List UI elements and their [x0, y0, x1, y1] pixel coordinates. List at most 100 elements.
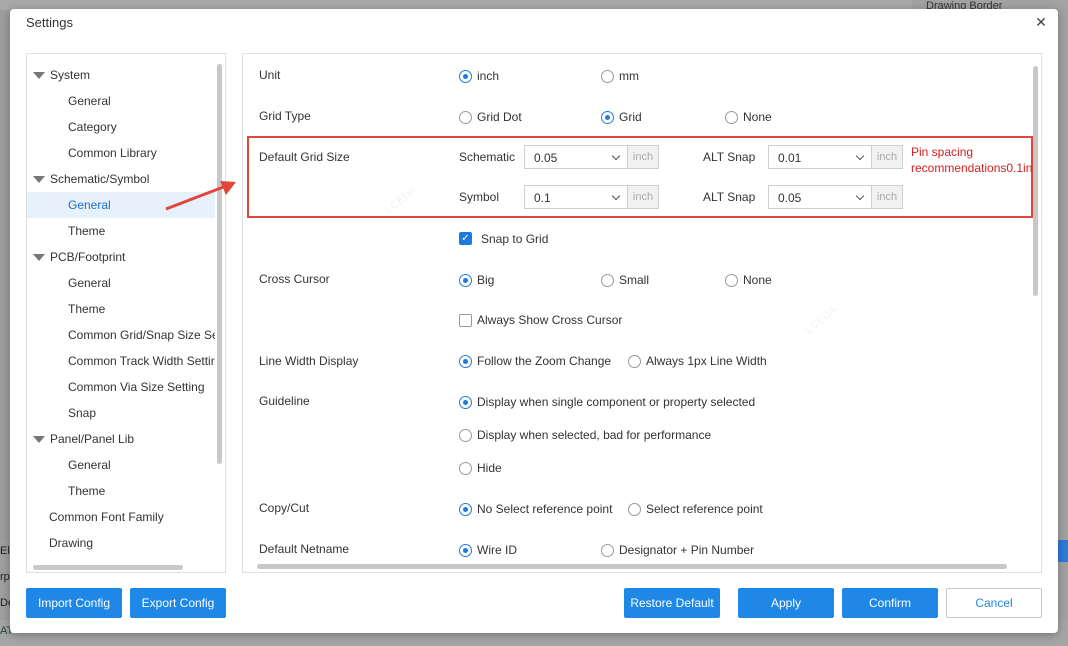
always-show-cross-cursor-label: Always Show Cross Cursor [477, 313, 623, 327]
symbol-grid-select[interactable]: 0.1 [524, 185, 628, 209]
guideline-selected-label: Display when selected, bad for performan… [477, 428, 712, 442]
tree-item[interactable]: General [27, 270, 215, 296]
tree-item-label: Common Font Family [49, 510, 164, 524]
tree-item[interactable]: General [27, 88, 215, 114]
unit-mm-radio[interactable] [601, 70, 614, 83]
default-grid-size-label: Default Grid Size [259, 150, 350, 164]
tree-item-label: Panel/Panel Lib [50, 432, 135, 446]
schematic-grid-select[interactable]: 0.05 [524, 145, 628, 169]
tree-item-label: Category [68, 120, 117, 134]
caret-down-icon[interactable] [33, 436, 45, 443]
symbol-alt-snap-value: 0.05 [778, 191, 802, 205]
tree-item[interactable]: Common Via Size Setting [27, 374, 215, 400]
always-show-cross-cursor-checkbox[interactable] [459, 314, 472, 327]
symbol-alt-snap-label: ALT Snap [703, 190, 756, 204]
tree-item-label: Common Track Width Settir [68, 354, 215, 368]
tree-item[interactable]: Theme [27, 478, 215, 504]
no-select-ref-radio[interactable] [459, 503, 472, 516]
tree-item[interactable]: Common Grid/Snap Size Se [27, 322, 215, 348]
tree-item-label: Theme [68, 484, 106, 498]
wire-id-radio[interactable] [459, 544, 472, 557]
caret-down-icon[interactable] [33, 72, 45, 79]
tree-item[interactable]: General [27, 452, 215, 478]
tree-horizontal-scrollbar[interactable] [33, 565, 183, 570]
unit-inch-radio[interactable] [459, 70, 472, 83]
tree-item-label: Theme [68, 224, 106, 238]
chevron-down-icon [855, 191, 865, 201]
tree-item[interactable]: Drawing [27, 530, 215, 556]
cross-cursor-small-radio[interactable] [601, 274, 614, 287]
settings-tree: System General Category Common Library Schem… [26, 53, 226, 573]
guideline-single-radio[interactable] [459, 396, 472, 409]
cross-cursor-big-radio[interactable] [459, 274, 472, 287]
guideline-single-label: Display when single component or propert… [477, 395, 756, 409]
unit-label: Unit [259, 68, 281, 82]
tree-item[interactable]: Panel/Panel Lib [27, 426, 215, 452]
chevron-down-icon [611, 151, 621, 161]
tree-item-label: Theme [68, 302, 106, 316]
cancel-button[interactable]: Cancel [946, 588, 1042, 618]
cross-cursor-none-radio[interactable] [725, 274, 738, 287]
pin-spacing-note: Pin spacing recommendations0.1in [911, 144, 1032, 176]
copy-cut-label: Copy/Cut [259, 501, 310, 515]
tree-item[interactable]: Common Font Family [27, 504, 215, 530]
schematic-label: Schematic [459, 150, 516, 164]
guideline-hide-radio[interactable] [459, 462, 472, 475]
tree-item[interactable]: Common Track Width Settir [27, 348, 215, 374]
unit-mm-label: mm [619, 69, 639, 83]
schematic-alt-snap-value: 0.01 [778, 151, 802, 165]
tree-item-label: Schematic/Symbol [50, 172, 150, 186]
designator-pin-label: Designator + Pin Number [619, 543, 755, 557]
confirm-button[interactable]: Confirm [842, 588, 938, 618]
background-left-cell: Ele [0, 545, 16, 557]
tree-item[interactable]: PCB/Footprint [27, 244, 215, 270]
designator-pin-radio[interactable] [601, 544, 614, 557]
restore-default-button[interactable]: Restore Default [624, 588, 720, 618]
chevron-down-icon [611, 191, 621, 201]
symbol-alt-snap-select[interactable]: 0.05 [768, 185, 872, 209]
import-config-button[interactable]: Import Config [26, 588, 122, 618]
cross-cursor-small-label: Small [619, 273, 650, 287]
grid-none-radio[interactable] [725, 111, 738, 124]
always-1px-radio[interactable] [628, 355, 641, 368]
guideline-selected-radio[interactable] [459, 429, 472, 442]
schematic-grid-value: 0.05 [534, 151, 558, 165]
dialog-title: Settings [26, 15, 73, 30]
tree-item-label: General [68, 198, 111, 212]
caret-down-icon[interactable] [33, 254, 45, 261]
guideline-hide-label: Hide [477, 461, 502, 475]
tree-item-label: System [50, 68, 91, 82]
tree-item[interactable]: Snap [27, 400, 215, 426]
tree-item[interactable]: System [27, 62, 215, 88]
apply-button[interactable]: Apply [738, 588, 834, 618]
snap-to-grid-checkbox[interactable]: ✓ [459, 232, 472, 245]
tree-item[interactable]: Category [27, 114, 215, 140]
grid-type-label: Grid Type [259, 109, 311, 123]
tree-vertical-scrollbar[interactable] [217, 64, 222, 464]
select-ref-radio[interactable] [628, 503, 641, 516]
guideline-label: Guideline [259, 394, 310, 408]
tree-item-label: PCB/Footprint [50, 250, 126, 264]
tree-item-label: General [68, 94, 111, 108]
background-left-cell: De [0, 597, 15, 609]
export-config-button[interactable]: Export Config [130, 588, 226, 618]
schematic-alt-snap-select[interactable]: 0.01 [768, 145, 872, 169]
grid-none-label: None [743, 110, 772, 124]
symbol-unit: inch [628, 185, 659, 209]
caret-down-icon[interactable] [33, 176, 45, 183]
panel-horizontal-scrollbar[interactable] [257, 564, 1007, 569]
tree-item[interactable]: Theme [27, 296, 215, 322]
unit-inch-label: inch [477, 69, 500, 83]
grid-radio[interactable] [601, 111, 614, 124]
tree-item[interactable]: Common Library [27, 140, 215, 166]
panel-vertical-scrollbar[interactable] [1033, 66, 1038, 296]
tree-item-label: Common Library [68, 146, 157, 160]
close-icon[interactable]: ✕ [1032, 13, 1050, 31]
grid-dot-radio[interactable] [459, 111, 472, 124]
background-left-cell: rpe [0, 571, 16, 583]
select-ref-label: Select reference point [646, 502, 763, 516]
follow-zoom-radio[interactable] [459, 355, 472, 368]
snap-to-grid-label: Snap to Grid [481, 232, 549, 246]
chevron-down-icon [855, 151, 865, 161]
tree-item-label: General [68, 276, 111, 290]
